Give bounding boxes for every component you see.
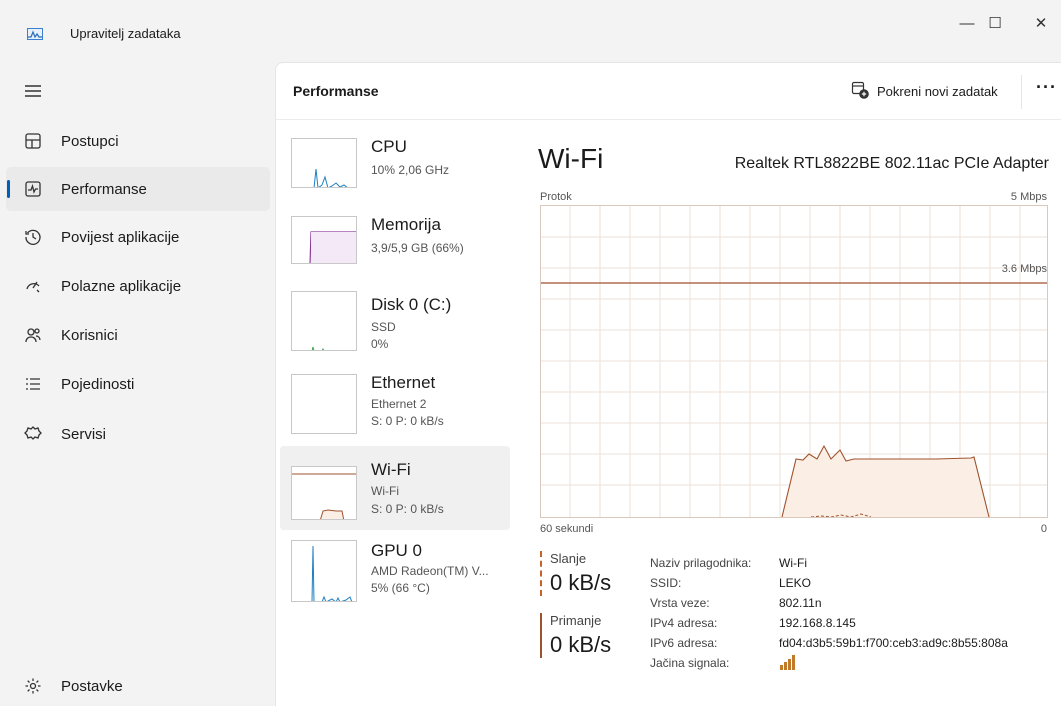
property-key: Naziv prilagodnika:	[650, 556, 752, 570]
device-detail: Wi-Fi	[371, 484, 399, 498]
device-detail: 0%	[371, 337, 389, 351]
close-button[interactable]: ✕	[1021, 8, 1061, 38]
wifi-mini-graph	[291, 466, 357, 520]
device-detail: SSD	[371, 320, 396, 334]
device-detail: AMD Radeon(TM) V...	[371, 564, 489, 578]
throughput-graph	[540, 205, 1048, 518]
adapter-name: Realtek RTL8822BE 802.11ac PCIe Adapter	[734, 155, 1049, 172]
device-item-ethernet[interactable]: Ethernet Ethernet 2 S: 0 P: 0 kB/s	[280, 367, 510, 451]
history-icon	[23, 227, 43, 247]
nav-item-app-history[interactable]: Povijest aplikacije	[6, 215, 270, 259]
window-title: Upravitelj zadataka	[70, 26, 181, 41]
signal-strength-icon	[779, 654, 799, 676]
device-detail: 5% (66 °C)	[371, 581, 430, 595]
maximize-button[interactable]: ☐	[975, 8, 1015, 38]
graph-label: Protok	[540, 191, 572, 203]
property-key: IPv6 adresa:	[650, 636, 718, 650]
send-value: 0 kB/s	[550, 570, 612, 595]
send-label: Slanje	[550, 551, 587, 566]
property-key: IPv4 adresa:	[650, 616, 718, 630]
nav-label: Korisnici	[61, 326, 118, 344]
nav-item-services[interactable]: Servisi	[6, 412, 270, 456]
time-span-label: 60 sekundi	[540, 523, 594, 535]
nav-item-processes[interactable]: Postupci	[6, 119, 270, 163]
nav-item-details[interactable]: Pojedinosti	[6, 362, 270, 406]
device-name: Memorija	[371, 215, 441, 234]
more-options-button[interactable]: ···	[1036, 77, 1057, 98]
device-item-memory[interactable]: Memorija 3,9/5,9 GB (66%)	[280, 209, 510, 293]
device-name: GPU 0	[371, 541, 423, 560]
property-key: SSID:	[650, 576, 682, 590]
gpu-mini-graph	[291, 540, 357, 602]
device-name: CPU	[371, 137, 407, 156]
device-detail: 3,9/5,9 GB (66%)	[371, 241, 464, 255]
nav-item-settings[interactable]: Postavke	[6, 664, 270, 706]
page-title: Performanse	[293, 83, 379, 99]
device-name: Disk 0 (C:)	[371, 295, 452, 314]
property-value: Wi-Fi	[779, 556, 807, 570]
cpu-mini-graph	[291, 138, 357, 188]
detail-title: Wi-Fi	[538, 143, 604, 174]
property-value: 802.11n	[779, 596, 822, 610]
users-icon	[23, 325, 43, 345]
run-new-task-button[interactable]: Pokreni novi zadatak	[851, 81, 998, 102]
services-icon	[23, 424, 43, 444]
device-detail: S: 0 P: 0 kB/s	[371, 502, 444, 516]
run-new-task-label: Pokreni novi zadatak	[877, 84, 998, 99]
nav-label: Povijest aplikacije	[61, 228, 180, 246]
nav-label: Servisi	[61, 425, 107, 443]
task-manager-app-icon	[27, 28, 43, 40]
device-item-wifi[interactable]: Wi-Fi Wi-Fi S: 0 P: 0 kB/s	[280, 446, 510, 530]
nav-label: Performanse	[61, 180, 147, 198]
startup-icon	[23, 276, 43, 296]
nav-item-startup-apps[interactable]: Polazne aplikacije	[6, 264, 270, 308]
device-item-cpu[interactable]: CPU 10% 2,06 GHz	[280, 131, 510, 215]
device-item-gpu[interactable]: GPU 0 AMD Radeon(TM) V... 5% (66 °C)	[280, 533, 510, 617]
details-icon	[23, 374, 43, 394]
hamburger-menu-icon[interactable]	[22, 80, 44, 102]
device-detail: S: 0 P: 0 kB/s	[371, 414, 444, 428]
device-name: Ethernet	[371, 373, 436, 392]
performance-icon	[23, 179, 43, 199]
receive-value: 0 kB/s	[550, 632, 612, 657]
header-divider	[276, 119, 1061, 120]
processes-icon	[23, 131, 43, 151]
memory-mini-graph	[291, 216, 357, 264]
nav-item-users[interactable]: Korisnici	[6, 313, 270, 357]
title-bar: Upravitelj zadataka — ☐ ✕	[0, 0, 1061, 62]
nav-item-performance[interactable]: Performanse	[6, 167, 270, 211]
device-detail: 10% 2,06 GHz	[371, 163, 450, 177]
nav-label: Polazne aplikacije	[61, 277, 182, 295]
gear-icon	[23, 676, 43, 696]
property-value: fd04:d3b5:59b1:f700:ceb3:ad9c:8b55:808a	[779, 636, 1008, 650]
active-indicator	[7, 180, 10, 198]
graph-zero-label: 0	[1040, 523, 1047, 535]
nav-label: Pojedinosti	[61, 375, 135, 393]
graph-max-label: 5 Mbps	[1010, 191, 1047, 203]
graph-marker-label: 3.6 Mbps	[1001, 263, 1047, 275]
nav-label: Postavke	[61, 677, 123, 695]
disk-mini-graph	[291, 291, 357, 351]
property-value: LEKO	[779, 576, 812, 590]
property-key: Jačina signala:	[650, 656, 730, 670]
receive-label: Primanje	[550, 613, 602, 628]
receive-stat: Primanje 0 kB/s	[540, 613, 611, 658]
toolbar-divider	[1021, 75, 1022, 109]
ethernet-mini-graph	[291, 374, 357, 434]
new-task-icon	[851, 81, 869, 102]
device-detail: Ethernet 2	[371, 397, 427, 411]
send-stat: Slanje 0 kB/s	[540, 551, 611, 596]
property-key: Vrsta veze:	[650, 596, 710, 610]
nav-label: Postupci	[61, 132, 119, 150]
performance-panel: Performanse Pokreni novi zadatak ··· CPU…	[275, 62, 1061, 706]
device-name: Wi-Fi	[371, 460, 411, 479]
property-value: 192.168.8.145	[779, 616, 856, 630]
device-item-disk[interactable]: Disk 0 (C:) SSD 0%	[280, 284, 510, 368]
